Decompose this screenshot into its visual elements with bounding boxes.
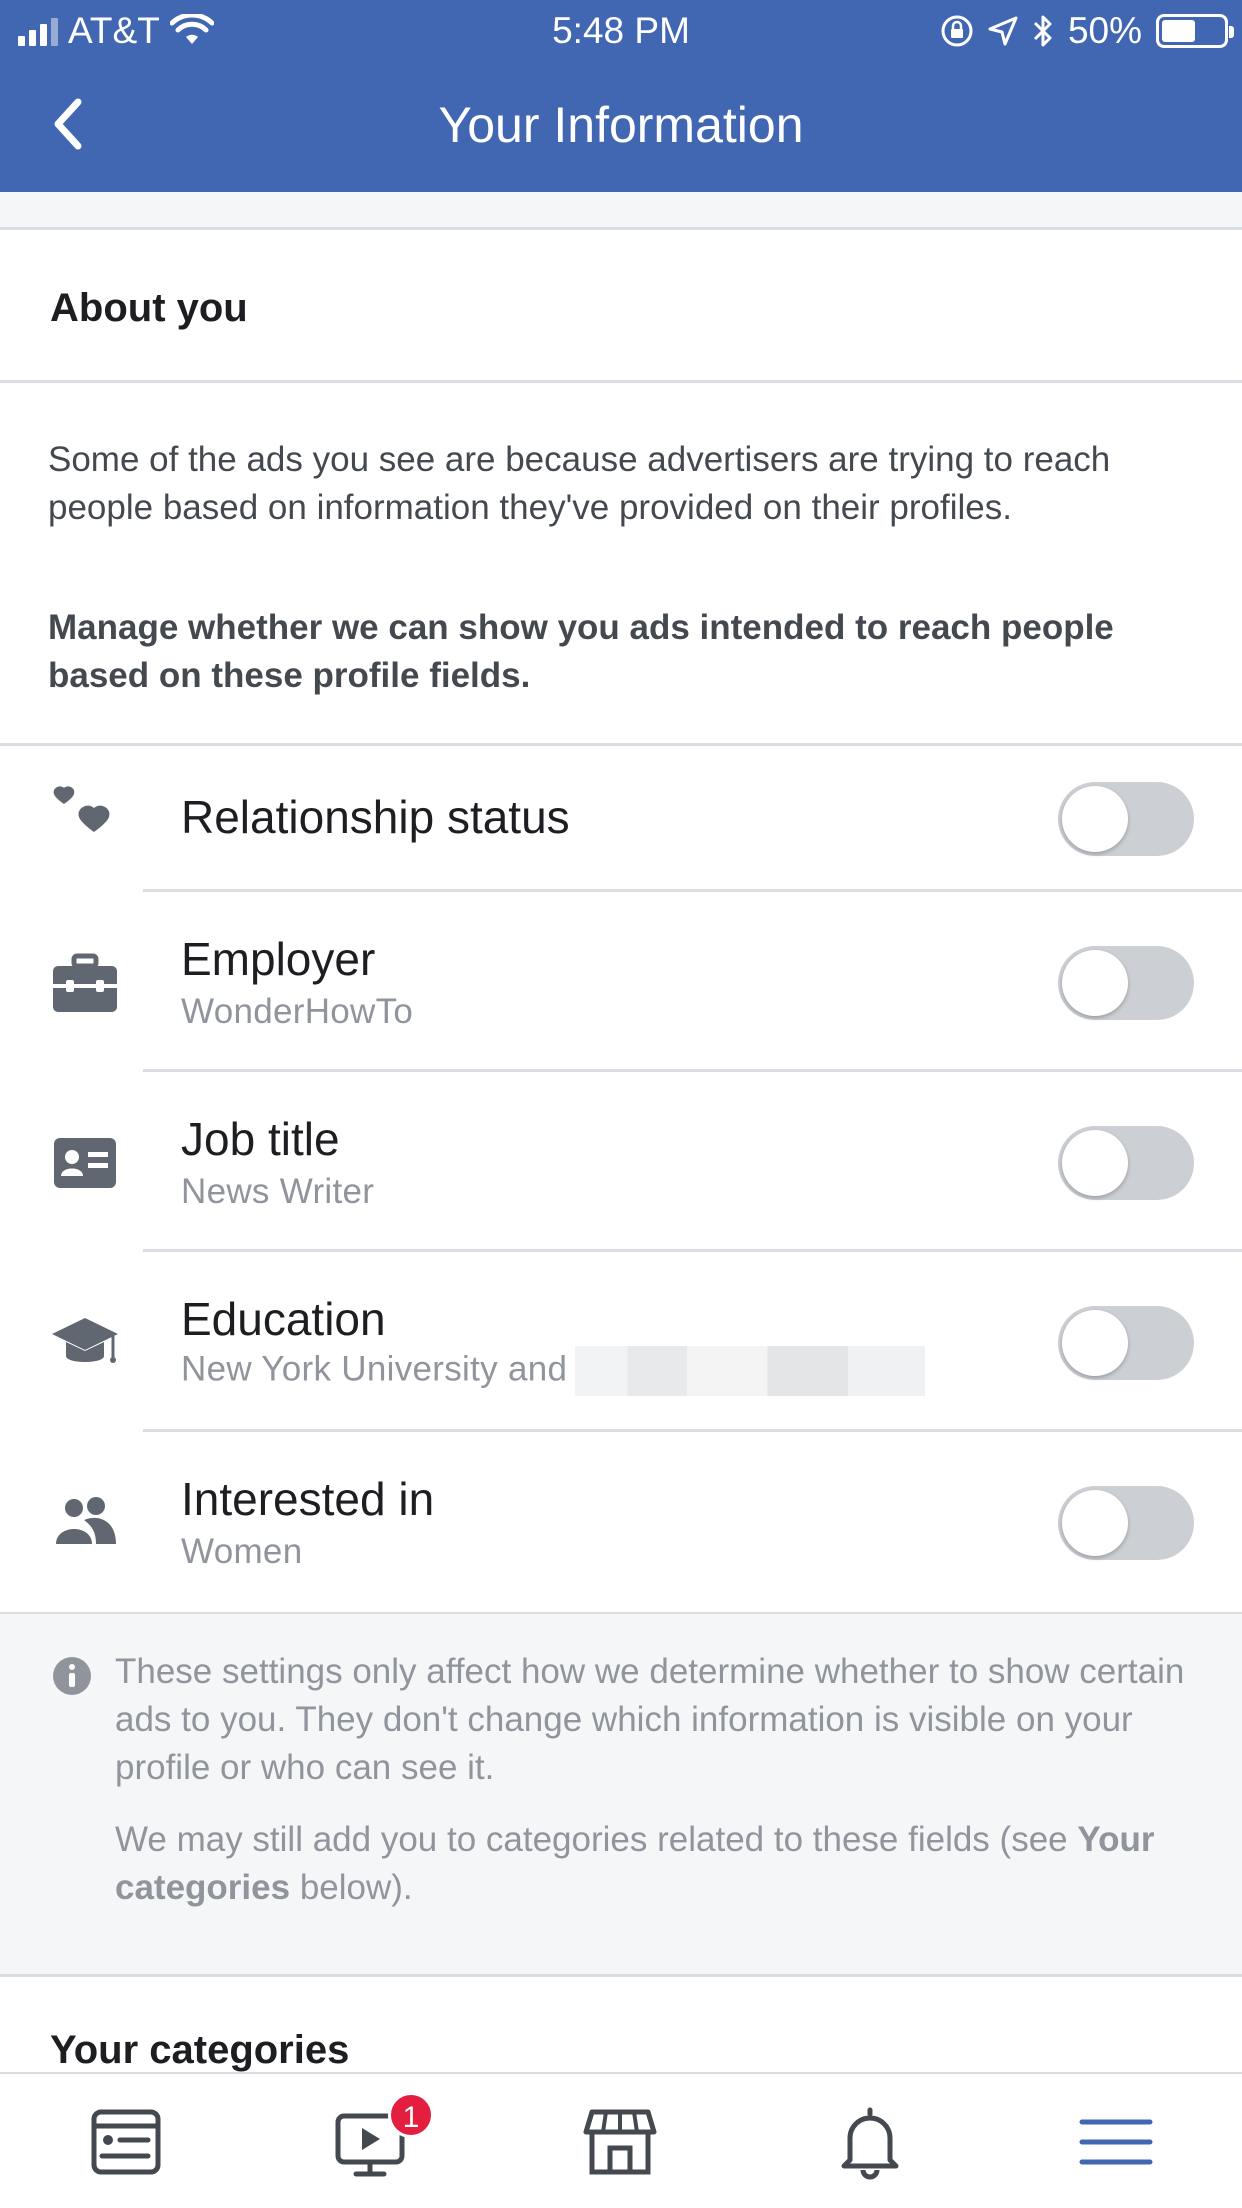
field-row-interested-in[interactable]: Interested in Women [0, 1432, 1242, 1612]
watch-badge: 1 [388, 2092, 434, 2138]
status-bar: AT&T 5:48 PM 50% [0, 0, 1242, 62]
field-row-relationship[interactable]: Relationship status [0, 746, 1242, 892]
field-row-education[interactable]: Education New York University and [0, 1252, 1242, 1432]
bluetooth-icon [1033, 15, 1052, 47]
info-paragraph: These settings only affect how we determ… [115, 1652, 1185, 1787]
field-row-job-title[interactable]: Job title News Writer [0, 1072, 1242, 1252]
info-note: These settings only affect how we determ… [0, 1614, 1242, 1974]
nav-bar: Your Information [0, 72, 1242, 182]
header-bar: AT&T 5:48 PM 50% Your Information [0, 0, 1242, 192]
section-title-categories: Your categories [50, 2028, 350, 2072]
id-card-icon [54, 1138, 116, 1188]
news-feed-icon[interactable] [86, 2102, 166, 2182]
redacted-text [575, 1346, 926, 1396]
field-label: Relationship status [181, 791, 570, 843]
briefcase-icon [53, 953, 117, 1012]
page-title: Your Information [438, 97, 804, 153]
field-label: Interested in [181, 1473, 435, 1525]
battery-icon [1156, 14, 1234, 48]
field-label: Education [181, 1293, 386, 1345]
info-text: We may still add you to categories relat… [115, 1820, 1078, 1859]
divider [0, 380, 1242, 383]
about-manage-text: Manage whether we can show you ads inten… [48, 608, 1114, 695]
about-description: Some of the ads you see are because adve… [48, 440, 1111, 527]
job-title-toggle[interactable] [1058, 1126, 1194, 1200]
info-paragraph-categories: We may still add you to categories relat… [115, 1816, 1205, 1912]
field-value: WonderHowTo [181, 992, 414, 1031]
info-icon [53, 1657, 91, 1695]
marketplace-icon[interactable] [580, 2102, 660, 2182]
notifications-bell-icon[interactable] [830, 2102, 910, 2182]
info-text: below). [290, 1868, 413, 1907]
field-value-row: New York University and [181, 1346, 926, 1396]
field-label: Job title [181, 1113, 340, 1165]
field-value: Women [181, 1532, 303, 1571]
education-toggle[interactable] [1058, 1306, 1194, 1380]
field-value: New York University and [181, 1349, 568, 1389]
graduation-cap-icon [52, 1318, 118, 1363]
section-title-about: About you [50, 286, 248, 330]
people-icon [56, 1497, 116, 1544]
hearts-icon [53, 786, 110, 832]
location-arrow-icon [988, 16, 1018, 46]
interested-in-toggle[interactable] [1058, 1486, 1194, 1560]
field-label: Employer [181, 933, 376, 985]
field-row-employer[interactable]: Employer WonderHowTo [0, 892, 1242, 1072]
tab-bar: 1 [0, 2072, 1242, 2208]
employer-toggle[interactable] [1058, 946, 1194, 1020]
status-right: 50% [940, 10, 1234, 52]
relationship-toggle[interactable] [1058, 782, 1194, 856]
battery-percent: 50% [1067, 10, 1142, 51]
menu-icon[interactable] [1076, 2102, 1156, 2182]
field-value: News Writer [181, 1172, 375, 1211]
rotation-lock-icon [941, 15, 973, 47]
